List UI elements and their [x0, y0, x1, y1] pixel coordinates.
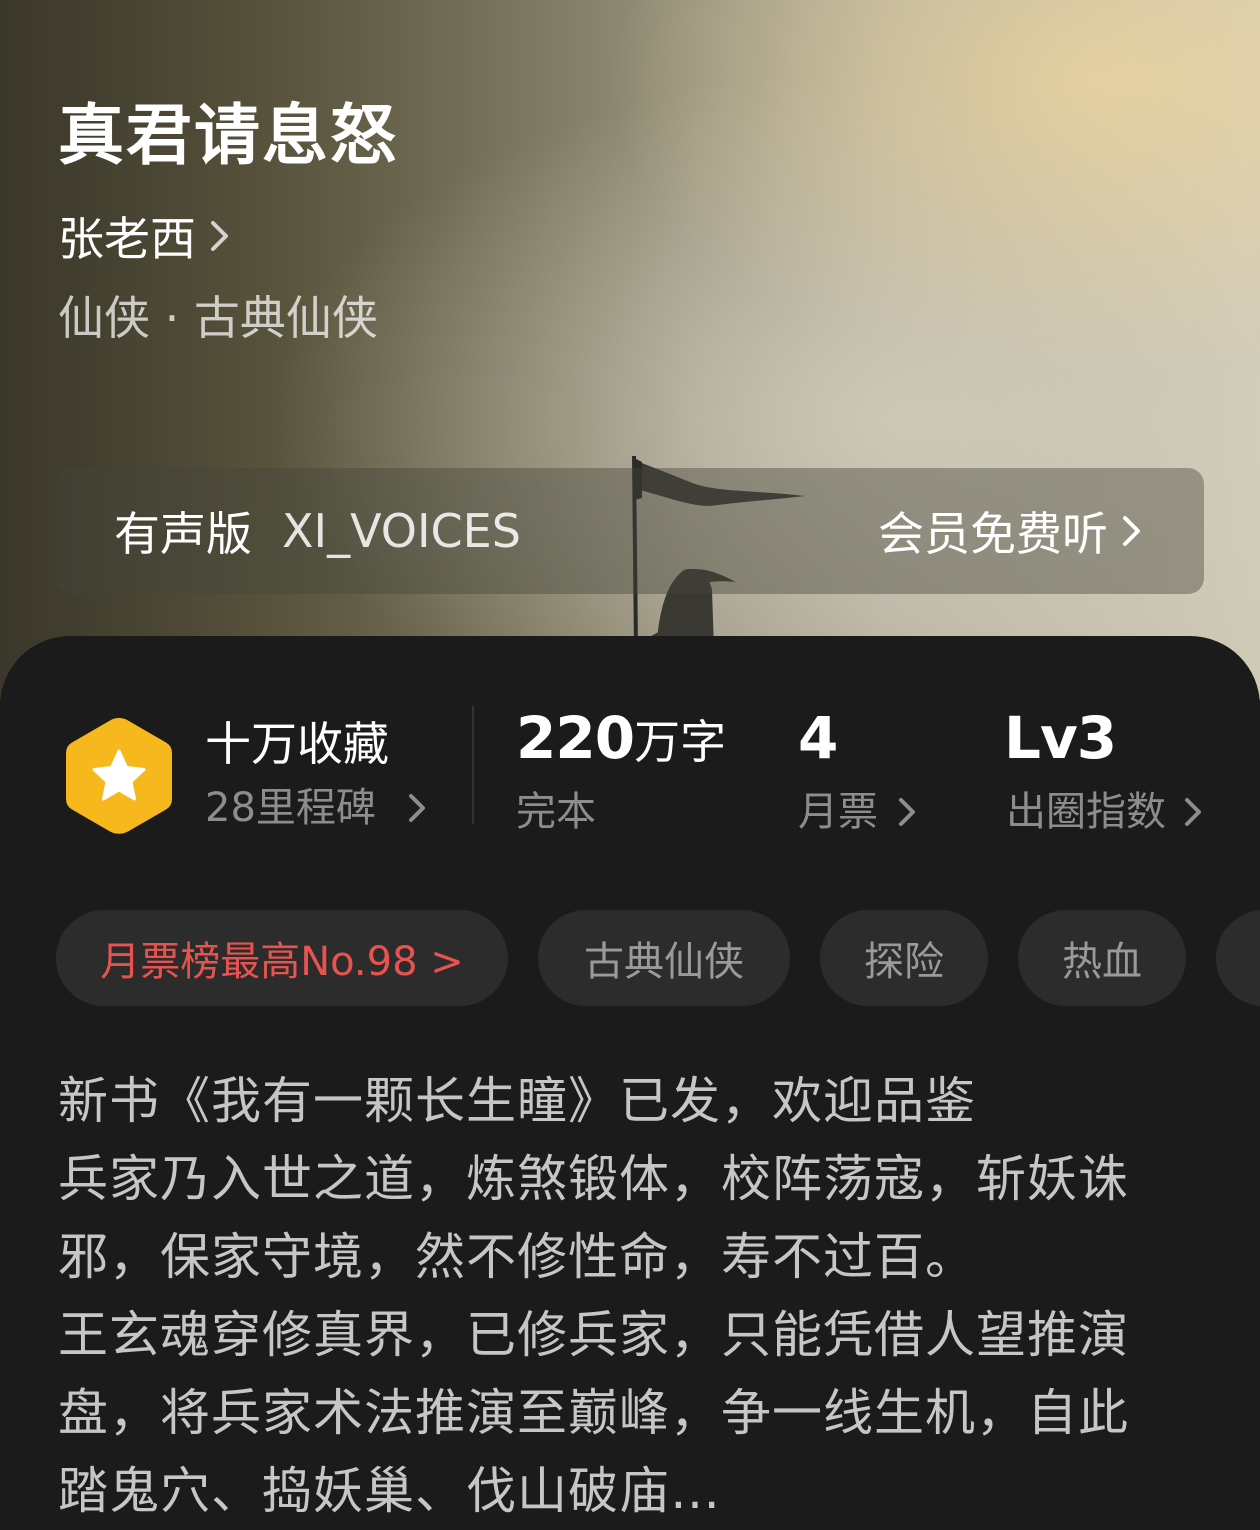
book-detail-page: 真君请息怒 张老西 仙侠 · 古典仙侠 有声版 XI_VOICES 会员免费听 …: [0, 0, 1260, 1530]
chevron-right-icon: [211, 221, 228, 251]
circle-index-level: Lv3: [1004, 704, 1117, 772]
author-link[interactable]: 张老西: [58, 206, 232, 266]
star-badge-icon: [66, 718, 172, 834]
chevron-right-icon: [899, 798, 915, 826]
chevron-right-icon: [408, 794, 425, 822]
audio-label: 有声版: [114, 507, 252, 561]
milestones-link[interactable]: 28里程碑: [205, 780, 428, 836]
stats-row: 十万收藏 28里程碑 220万字 完本 4 月票 Lv3 出圈指数: [0, 700, 1260, 850]
word-count-unit: 万字: [634, 715, 727, 769]
synopsis-line: 王玄魂穿修真界，已修兵家，只能凭借人望推演: [58, 1306, 1129, 1364]
monthly-ticket-label: 月票: [798, 789, 878, 835]
audio-version-bar[interactable]: 有声版 XI_VOICES 会员免费听: [56, 468, 1204, 594]
circle-index-label: 出圈指数: [1006, 789, 1166, 835]
author-name: 张老西: [58, 212, 196, 266]
monthly-ticket-count: 4: [798, 704, 838, 772]
chevron-right-icon: [1123, 516, 1140, 546]
audio-info: 有声版 XI_VOICES: [114, 498, 521, 564]
tag-hot-blooded[interactable]: 热血: [1018, 910, 1186, 1006]
tag-adventure[interactable]: 探险: [820, 910, 988, 1006]
synopsis-line: 踏鬼穴、捣妖巢、伐山破庙…: [58, 1462, 721, 1520]
monthly-ticket-link[interactable]: 月票: [798, 784, 918, 840]
monthly-rank-tag[interactable]: 月票榜最高No.98 >: [56, 910, 508, 1006]
stats-divider: [472, 706, 474, 824]
milestones-label: 28里程碑: [205, 785, 376, 831]
word-count-number: 220: [516, 704, 635, 772]
collections-count: 十万收藏: [205, 717, 389, 771]
synopsis-line: 邪，保家守境，然不修性命，寿不过百。: [58, 1228, 976, 1286]
chevron-right-icon: [1185, 798, 1201, 826]
synopsis-line: 兵家乃入世之道，炼煞锻体，校阵荡寇，斩妖诛: [58, 1150, 1129, 1208]
audio-narrator: XI_VOICES: [282, 504, 521, 558]
circle-index-link[interactable]: 出圈指数: [1006, 784, 1204, 840]
synopsis-line: 盘，将兵家术法推演至巅峰，争一线生机，自此: [58, 1384, 1129, 1442]
tag-list: 月票榜最高No.98 > 古典仙侠 探险 热血: [56, 910, 1260, 1006]
book-synopsis[interactable]: 新书《我有一颗长生瞳》已发，欢迎品鉴 兵家乃入世之道，炼煞锻体，校阵荡寇，斩妖诛…: [58, 1062, 1188, 1530]
word-count: 220万字: [516, 708, 726, 772]
tag-classical-xianxia[interactable]: 古典仙侠: [538, 910, 790, 1006]
synopsis-line: 新书《我有一颗长生瞳》已发，欢迎品鉴: [58, 1072, 976, 1130]
book-title: 真君请息怒: [58, 96, 398, 174]
member-free-listen-label: 会员免费听: [878, 507, 1108, 561]
member-free-listen-link[interactable]: 会员免费听: [878, 498, 1144, 564]
genre-line: 仙侠 · 古典仙侠: [58, 291, 378, 345]
completion-status: 完本: [516, 789, 596, 835]
tag-more[interactable]: [1216, 910, 1260, 1006]
